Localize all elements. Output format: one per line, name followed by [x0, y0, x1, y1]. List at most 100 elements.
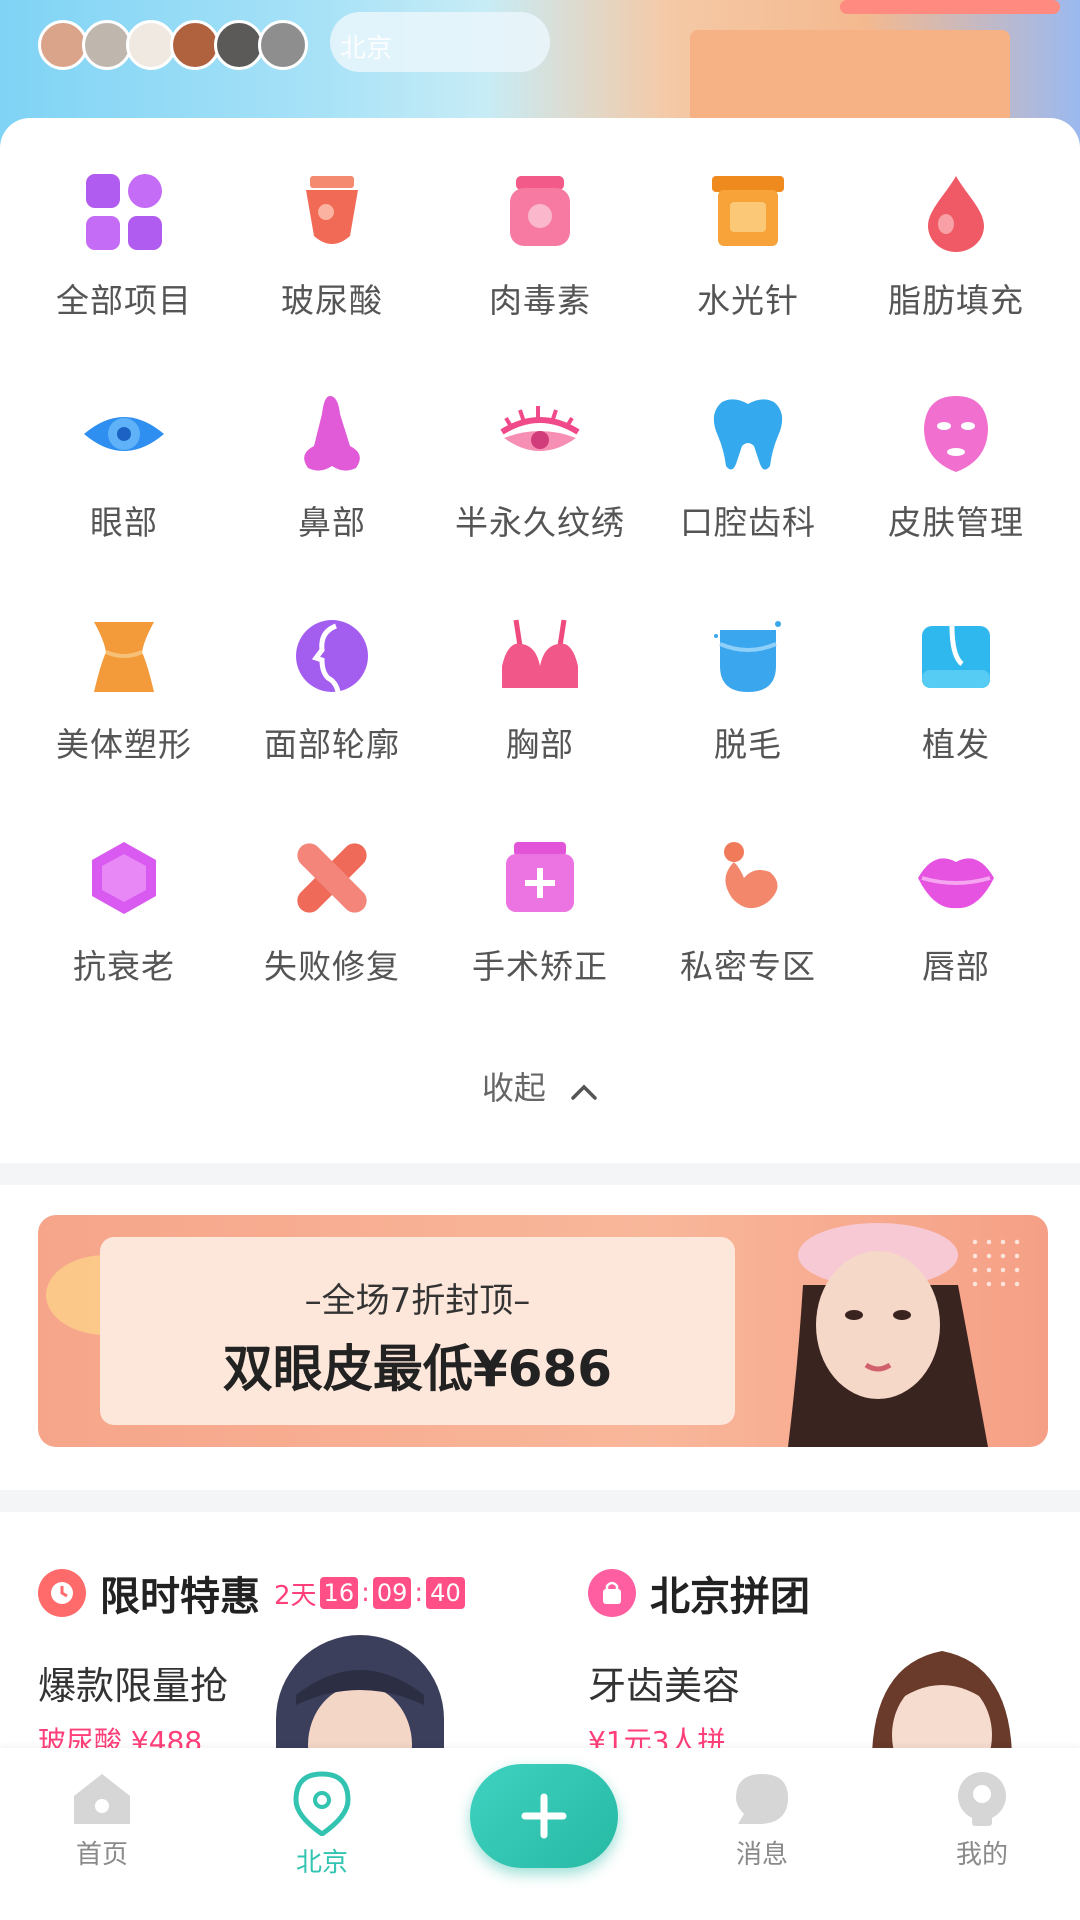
home-icon — [74, 1774, 130, 1824]
tab-label: 首页 — [75, 1840, 128, 1870]
category-item[interactable]: 唇部 — [852, 834, 1060, 1056]
countdown-seconds: 40 — [426, 1577, 465, 1609]
category-label: 鼻部 — [298, 503, 366, 542]
tab-home[interactable]: 首页 — [42, 1770, 162, 1871]
tab-messages[interactable]: 消息 — [702, 1770, 822, 1871]
avatar — [126, 20, 176, 70]
countdown-separator: : — [414, 1578, 424, 1608]
category-label: 胸部 — [506, 725, 574, 764]
category-label: 美体塑形 — [56, 725, 192, 764]
body-shape-icon — [80, 612, 168, 700]
category-card: 全部项目 玻尿酸 肉毒素 水光针 脂肪填充 眼部 鼻部 半永久纹绣 口腔齿科 皮… — [0, 118, 1080, 1163]
category-grid: 全部项目 玻尿酸 肉毒素 水光针 脂肪填充 眼部 鼻部 半永久纹绣 口腔齿科 皮… — [20, 168, 1060, 1056]
promo-subtitle: –全场7折封顶– — [304, 1281, 531, 1321]
water-light-box-icon — [704, 168, 792, 256]
grid-icon — [80, 168, 168, 256]
plus-icon — [521, 1793, 567, 1839]
category-label: 脱毛 — [714, 725, 782, 764]
face-mask-icon — [912, 390, 1000, 478]
category-label: 唇部 — [922, 947, 990, 986]
category-label: 抗衰老 — [73, 947, 175, 986]
category-label: 手术矫正 — [472, 947, 608, 986]
tab-city[interactable]: 北京 — [262, 1770, 382, 1879]
tab-label: 消息 — [735, 1840, 788, 1870]
category-item[interactable]: 脂肪填充 — [852, 168, 1060, 390]
category-item[interactable]: 皮肤管理 — [852, 390, 1060, 612]
banner-decoration — [840, 0, 1060, 14]
category-label: 口腔齿科 — [680, 503, 816, 542]
avatar — [170, 20, 220, 70]
tab-mine[interactable]: 我的 — [922, 1770, 1042, 1871]
group-buy-title: 北京拼团 — [650, 1574, 810, 1620]
nose-icon — [288, 390, 376, 478]
category-label: 肉毒素 — [489, 281, 591, 320]
category-item[interactable]: 胸部 — [436, 612, 644, 834]
category-item[interactable]: 面部轮廓 — [228, 612, 436, 834]
category-item[interactable]: 肉毒素 — [436, 168, 644, 390]
tab-label: 我的 — [955, 1840, 1008, 1870]
private-care-icon — [704, 834, 792, 922]
category-label: 失败修复 — [264, 947, 400, 986]
category-item[interactable]: 私密专区 — [644, 834, 852, 1056]
location-pin-icon — [293, 1771, 351, 1836]
banner-decoration — [968, 1235, 1028, 1295]
countdown-timer: 2天 16 : 09 : 40 — [274, 1575, 468, 1612]
category-label: 水光针 — [697, 281, 799, 320]
avatar — [82, 20, 132, 70]
avatar — [38, 20, 88, 70]
hyaluronic-vial-icon — [288, 168, 376, 256]
category-item[interactable]: 水光针 — [644, 168, 852, 390]
tab-label: 北京 — [295, 1848, 348, 1878]
category-item[interactable]: 失败修复 — [228, 834, 436, 1056]
category-item[interactable]: 玻尿酸 — [228, 168, 436, 390]
section-divider — [0, 1490, 1080, 1512]
category-label: 植发 — [922, 725, 990, 764]
face-profile-icon — [288, 612, 376, 700]
category-item[interactable]: 全部项目 — [20, 168, 228, 390]
avatar — [214, 20, 264, 70]
category-item[interactable]: 鼻部 — [228, 390, 436, 612]
add-button[interactable] — [470, 1764, 618, 1868]
promo-banner[interactable]: –全场7折封顶– 双眼皮最低¥686 — [38, 1215, 1048, 1447]
countdown-separator: : — [361, 1578, 370, 1608]
fat-drop-icon — [912, 168, 1000, 256]
clock-icon — [38, 1569, 86, 1617]
hair-implant-icon — [912, 612, 1000, 700]
group-buy-header: 北京拼团 — [588, 1565, 1058, 1621]
profile-icon — [958, 1772, 1006, 1826]
banner-cloud-text: 北京 — [340, 34, 393, 64]
category-item[interactable]: 抗衰老 — [20, 834, 228, 1056]
category-item[interactable]: 手术矫正 — [436, 834, 644, 1056]
bandage-icon — [288, 834, 376, 922]
countdown-hours: 16 — [319, 1577, 359, 1609]
category-label: 脂肪填充 — [888, 281, 1024, 320]
category-label: 私密专区 — [680, 947, 816, 986]
category-label: 玻尿酸 — [281, 281, 383, 320]
collapse-button[interactable]: 收起 — [0, 1063, 1080, 1109]
category-item[interactable]: 眼部 — [20, 390, 228, 612]
category-item[interactable]: 口腔齿科 — [644, 390, 852, 612]
flash-sale-header: 限时特惠 2天 16 : 09 : 40 — [38, 1565, 538, 1621]
hair-removal-icon — [704, 612, 792, 700]
bra-icon — [496, 612, 584, 700]
countdown-minutes: 09 — [372, 1577, 412, 1609]
category-item[interactable]: 美体塑形 — [20, 612, 228, 834]
correction-box-icon — [496, 834, 584, 922]
category-item[interactable]: 脱毛 — [644, 612, 852, 834]
bottom-tab-bar: 首页 北京 消息 我的 — [0, 1748, 1080, 1920]
flash-sale-subtitle: 爆款限量抢 — [38, 1664, 229, 1708]
eyelash-icon — [496, 390, 584, 478]
eye-icon — [80, 390, 168, 478]
user-avatars[interactable] — [38, 20, 308, 70]
flash-sale-card[interactable]: 限时特惠 2天 16 : 09 : 40 爆款限量抢 玻尿酸 ¥488 — [38, 1565, 538, 1775]
category-label: 半永久纹绣 — [455, 503, 625, 542]
section-divider — [0, 1163, 1080, 1185]
category-label: 眼部 — [90, 503, 158, 542]
promo-title: 双眼皮最低¥686 — [222, 1340, 613, 1398]
category-label: 皮肤管理 — [888, 503, 1024, 542]
category-item[interactable]: 半永久纹绣 — [436, 390, 644, 612]
lips-icon — [912, 834, 1000, 922]
category-label: 面部轮廓 — [264, 725, 400, 764]
group-buy-card[interactable]: 北京拼团 牙齿美容 ¥1元3人拼 — [588, 1565, 1058, 1775]
category-item[interactable]: 植发 — [852, 612, 1060, 834]
